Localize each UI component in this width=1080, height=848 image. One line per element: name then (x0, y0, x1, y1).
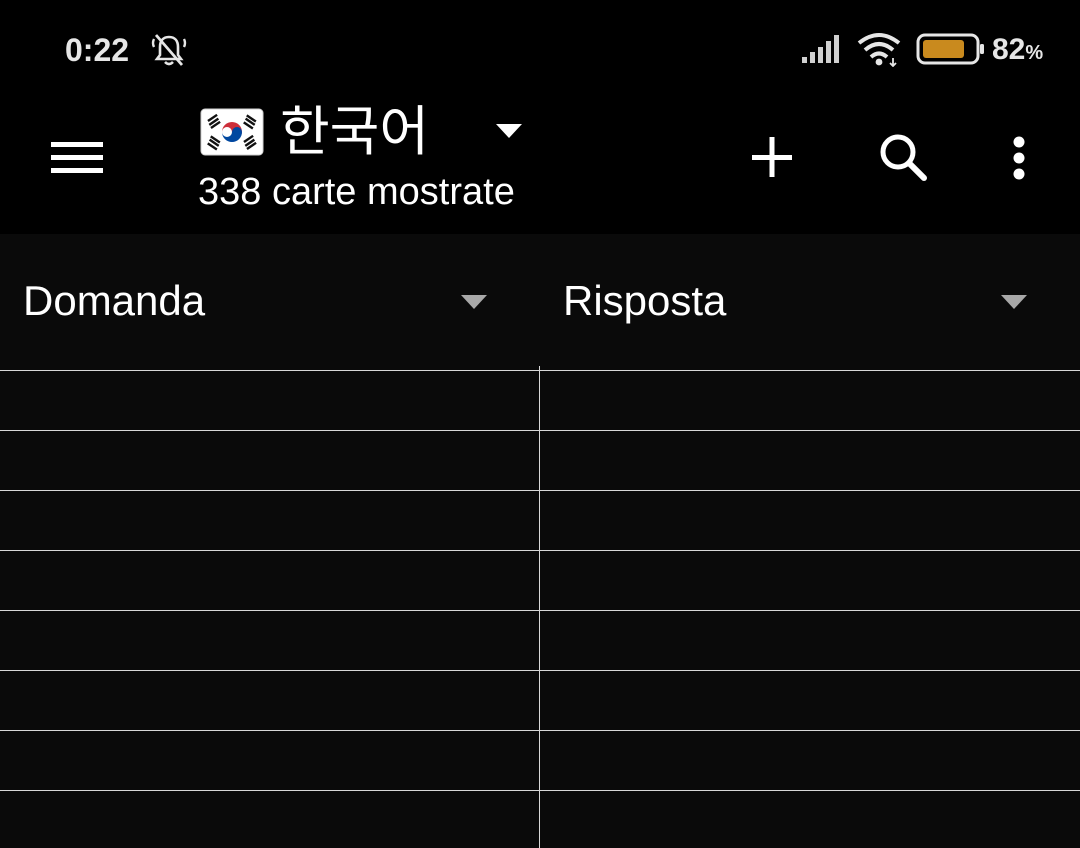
table-row[interactable] (0, 551, 1080, 610)
add-card-button[interactable] (740, 120, 804, 194)
answer-cell[interactable] (540, 791, 1079, 848)
answer-cell[interactable] (540, 731, 1079, 790)
signal-icon (802, 35, 839, 63)
search-button[interactable] (868, 122, 938, 192)
deck-title: 한국어 (280, 100, 430, 163)
mute-notifications-icon (151, 34, 187, 66)
dropdown-arrow-icon (461, 295, 487, 309)
table-row[interactable] (0, 491, 1080, 550)
dropdown-arrow-icon (1001, 295, 1027, 309)
answer-cell[interactable] (540, 491, 1079, 550)
hamburger-menu-icon (51, 142, 103, 173)
cards-shown-count: 338 carte mostrate (198, 171, 515, 213)
question-cell[interactable] (0, 551, 539, 610)
deck-selector[interactable]: 한국어 338 carte mostrate (198, 100, 618, 234)
question-cell[interactable] (0, 791, 539, 848)
question-cell[interactable] (0, 431, 539, 490)
table-row[interactable] (0, 611, 1080, 670)
dropdown-arrow-icon (496, 124, 522, 138)
table-row[interactable] (0, 671, 1080, 730)
status-bar: 0:22 82% (0, 0, 1080, 100)
overflow-menu-button[interactable] (994, 122, 1044, 194)
answer-cell[interactable] (540, 431, 1079, 490)
table-row[interactable] (0, 431, 1080, 490)
column-header-label: Risposta (563, 277, 727, 324)
table-header: Domanda Risposta (0, 234, 1080, 370)
table-row[interactable] (0, 791, 1080, 848)
search-icon (880, 134, 927, 181)
table-row[interactable] (0, 371, 1080, 430)
question-cell[interactable] (0, 611, 539, 670)
column-header-question[interactable]: Domanda (0, 234, 540, 370)
answer-cell[interactable] (540, 371, 1079, 430)
answer-cell[interactable] (540, 551, 1079, 610)
column-header-label: Domanda (23, 277, 206, 324)
question-cell[interactable] (0, 491, 539, 550)
battery-percent-text: 82% (992, 33, 1044, 66)
south-korea-flag-icon (200, 108, 264, 156)
battery-icon (916, 33, 984, 65)
question-cell[interactable] (0, 731, 539, 790)
column-header-answer[interactable]: Risposta (540, 234, 1080, 370)
question-cell[interactable] (0, 671, 539, 730)
add-icon (752, 137, 792, 177)
table-row[interactable] (0, 731, 1080, 790)
card-browser-screen: 0:22 82% 한국어 338 carte mostrate Domanda … (0, 0, 1080, 848)
more-vert-icon (1013, 136, 1025, 180)
answer-cell[interactable] (540, 671, 1079, 730)
navigation-drawer-button[interactable] (37, 118, 117, 198)
card-table: Domanda Risposta (0, 234, 1080, 848)
answer-cell[interactable] (540, 611, 1079, 670)
clock-time: 0:22 (65, 32, 130, 68)
wifi-icon (857, 33, 901, 67)
question-cell[interactable] (0, 371, 539, 430)
app-bar: 한국어 338 carte mostrate (0, 100, 1080, 234)
